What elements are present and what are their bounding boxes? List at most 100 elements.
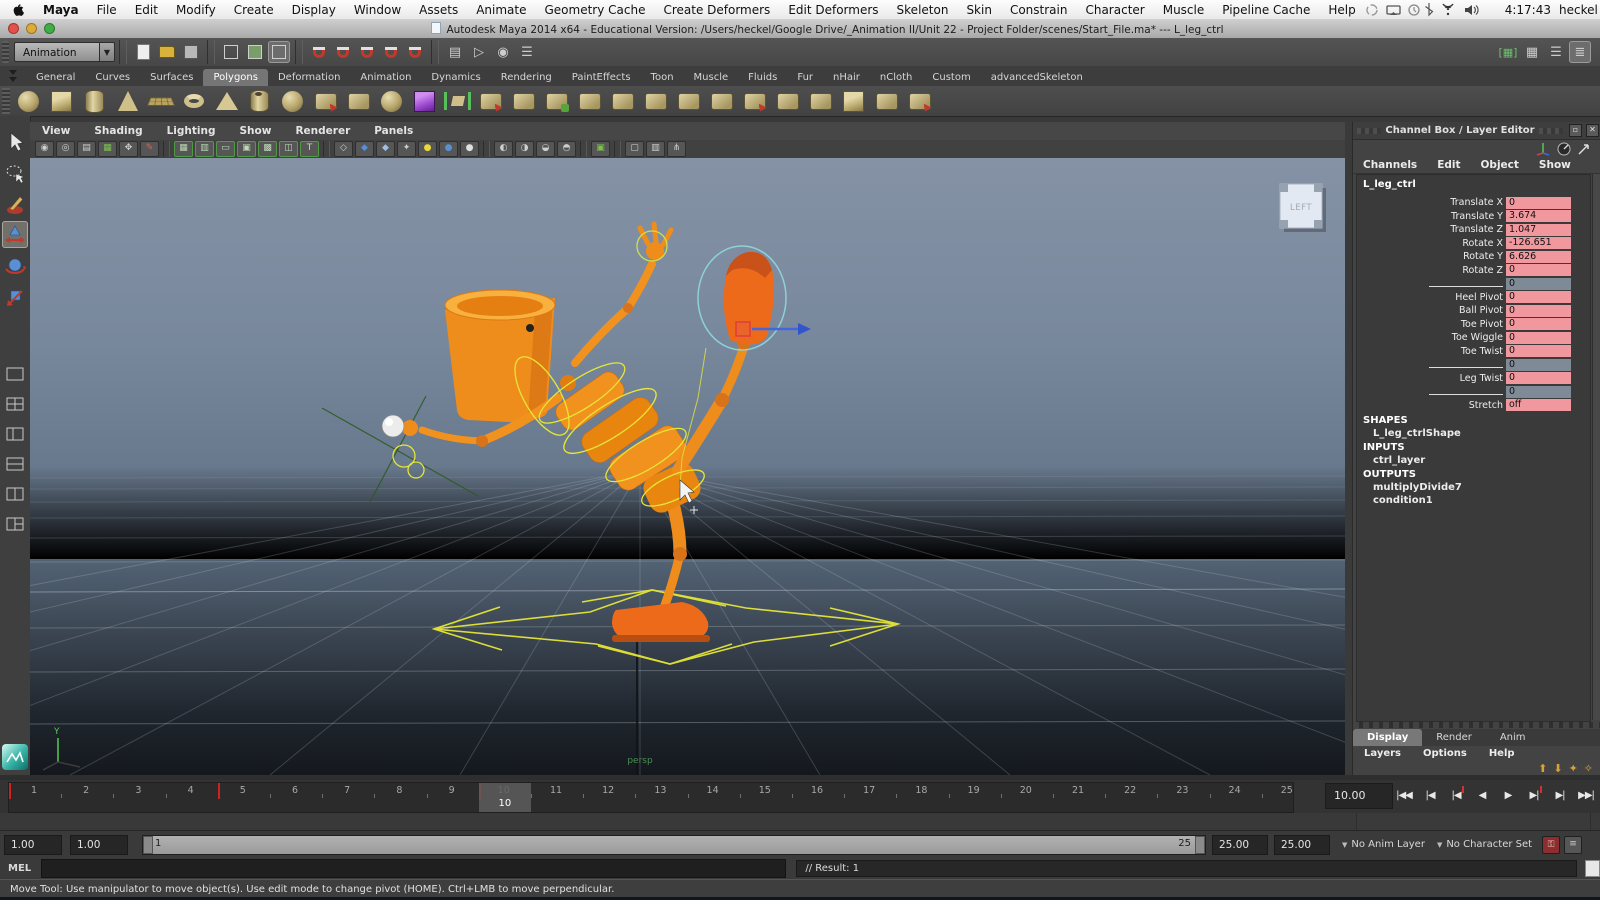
- shelf-tab-advancedskeleton[interactable]: advancedSkeleton: [981, 69, 1093, 86]
- channel-value-field[interactable]: 0: [1506, 345, 1571, 357]
- channel-value-field[interactable]: 0: [1506, 305, 1571, 317]
- poly-sphere-icon[interactable]: [15, 88, 42, 115]
- channel-name[interactable]: Rotate Z: [1357, 265, 1503, 276]
- menu-skeleton[interactable]: Skeleton: [888, 3, 958, 17]
- play-forwards-button[interactable]: ▶: [1496, 782, 1520, 808]
- menu-create-deformers[interactable]: Create Deformers: [654, 3, 779, 17]
- attribute-editor-toggle-icon[interactable]: ≣: [1569, 41, 1591, 63]
- poly-bevel-icon[interactable]: [675, 88, 702, 115]
- new-layer-from-selected-icon[interactable]: ✧: [1584, 762, 1593, 775]
- poly-plane-icon[interactable]: [147, 88, 174, 115]
- channel-object-name[interactable]: L_leg_ctrl: [1357, 175, 1590, 196]
- camera-attributes-icon[interactable]: ◎: [56, 141, 75, 157]
- menu-display[interactable]: Display: [283, 3, 345, 17]
- gate-mask-icon[interactable]: ▣: [237, 141, 256, 157]
- menu-muscle[interactable]: Muscle: [1154, 3, 1214, 17]
- script-editor-icon[interactable]: [1585, 860, 1600, 877]
- keyframe-tick-5[interactable]: [218, 783, 220, 799]
- step-back-key-button[interactable]: |◀: [1444, 782, 1468, 808]
- poly-sculpt-icon[interactable]: [873, 88, 900, 115]
- menu-geometry-cache[interactable]: Geometry Cache: [535, 3, 654, 17]
- all-lights-icon[interactable]: ●: [439, 141, 458, 157]
- poly-multi-cut-icon[interactable]: [576, 88, 603, 115]
- node-multiplyDivide7[interactable]: multiplyDivide7: [1357, 480, 1590, 493]
- channel-name[interactable]: Heel Pivot: [1357, 292, 1503, 303]
- show-selected-icon[interactable]: [▦]: [1497, 41, 1519, 63]
- panel-menu-renderer[interactable]: Renderer: [283, 125, 362, 137]
- panel-menu-lighting[interactable]: Lighting: [155, 125, 228, 137]
- grid-icon[interactable]: ▦: [174, 141, 193, 157]
- menu-edit[interactable]: Edit: [126, 3, 167, 17]
- image-plane-icon[interactable]: ▦: [98, 141, 117, 157]
- open-scene-icon[interactable]: [156, 41, 178, 63]
- shaded-icon[interactable]: ◆: [355, 141, 374, 157]
- shelf-tab-polygons[interactable]: Polygons: [203, 69, 268, 86]
- playback-end-field[interactable]: 25.00: [1212, 835, 1268, 855]
- menu-maya[interactable]: Maya: [34, 3, 88, 17]
- toolbox-bottom-icon[interactable]: [2, 744, 28, 770]
- safe-title-icon[interactable]: T: [300, 141, 319, 157]
- anim-layer-dropdown[interactable]: ▼No Anim Layer: [1342, 839, 1425, 850]
- motion-blur-icon[interactable]: ◒: [536, 141, 555, 157]
- snap-to-points-icon[interactable]: [356, 41, 378, 63]
- channel-value-field[interactable]: 0: [1506, 386, 1571, 398]
- auto-keyframe-icon[interactable]: ⚿: [1542, 836, 1560, 854]
- paint-select-tool[interactable]: [2, 190, 28, 217]
- no-lights-icon[interactable]: ●: [460, 141, 479, 157]
- layer-menu-layers[interactable]: Layers: [1353, 748, 1412, 759]
- shelf-tab-custom[interactable]: Custom: [922, 69, 980, 86]
- close-icon[interactable]: ✕: [1586, 124, 1599, 137]
- keyframe-tick-1[interactable]: [9, 783, 11, 799]
- poly-cone-icon[interactable]: [114, 88, 141, 115]
- poly-torus-icon[interactable]: [180, 88, 207, 115]
- channel-name[interactable]: Toe Pivot: [1357, 319, 1503, 330]
- snap-to-curves-icon[interactable]: [332, 41, 354, 63]
- multisample-icon[interactable]: ◓: [557, 141, 576, 157]
- node-ctrl_layer[interactable]: ctrl_layer: [1357, 453, 1590, 466]
- channel-value-field[interactable]: 1.047: [1506, 224, 1571, 236]
- channel-value-field[interactable]: 0: [1506, 278, 1571, 290]
- move-layer-up-icon[interactable]: ⬆: [1538, 762, 1547, 775]
- channel-value-field[interactable]: 0: [1506, 372, 1571, 384]
- poly-pyramid-icon[interactable]: [213, 88, 240, 115]
- 2d-pan-zoom-icon[interactable]: ✥: [119, 141, 138, 157]
- textured-icon[interactable]: ◆: [376, 141, 395, 157]
- layer-menu-help[interactable]: Help: [1478, 748, 1526, 759]
- statusline-separator[interactable]: [431, 40, 439, 64]
- menu-assets[interactable]: Assets: [410, 3, 467, 17]
- panel-menu-show[interactable]: Show: [228, 125, 284, 137]
- field-chart-icon[interactable]: ▩: [258, 141, 277, 157]
- select-component-type-icon[interactable]: [268, 41, 290, 63]
- poly-target-weld-icon[interactable]: [807, 88, 834, 115]
- grease-pencil-icon[interactable]: ✎: [140, 141, 159, 157]
- shelf-tab-toon[interactable]: Toon: [641, 69, 684, 86]
- channel-name[interactable]: [1357, 278, 1503, 290]
- share-view-icon[interactable]: ⋔: [667, 141, 686, 157]
- statusline-separator[interactable]: [119, 40, 127, 64]
- step-forward-key-button[interactable]: ▶|: [1522, 782, 1546, 808]
- step-forward-frame-button[interactable]: ▶|: [1548, 782, 1572, 808]
- menu-create[interactable]: Create: [225, 3, 283, 17]
- channel-name[interactable]: Rotate X: [1357, 238, 1503, 249]
- persp-graph-layout[interactable]: [2, 450, 28, 477]
- channel-name[interactable]: [1357, 359, 1503, 371]
- step-back-frame-button[interactable]: |◀: [1418, 782, 1442, 808]
- mel-command-input[interactable]: [41, 859, 786, 878]
- menu-edit-deformers[interactable]: Edit Deformers: [779, 3, 887, 17]
- poly-combine-icon[interactable]: [345, 88, 372, 115]
- poly-cylinder-icon[interactable]: [81, 88, 108, 115]
- shelf-grip[interactable]: [2, 88, 10, 114]
- viewport-canvas[interactable]: LEFT Y persp: [30, 158, 1345, 775]
- poly-platonic-icon[interactable]: [279, 88, 306, 115]
- channel-box-menu-show[interactable]: Show: [1529, 159, 1581, 171]
- resolution-gate-icon[interactable]: ▭: [216, 141, 235, 157]
- channel-value-field[interactable]: 6.626: [1506, 251, 1571, 263]
- command-result-field[interactable]: // Result: 1: [796, 860, 1577, 877]
- menu-animate[interactable]: Animate: [467, 3, 535, 17]
- poly-extract-icon[interactable]: [510, 88, 537, 115]
- shadows-icon[interactable]: ◐: [494, 141, 513, 157]
- channel-box-menu-edit[interactable]: Edit: [1427, 159, 1470, 171]
- zoom-window-button[interactable]: [44, 23, 55, 34]
- node-L_leg_ctrlShape[interactable]: L_leg_ctrlShape: [1357, 426, 1590, 439]
- lasso-select-tool[interactable]: [2, 159, 28, 186]
